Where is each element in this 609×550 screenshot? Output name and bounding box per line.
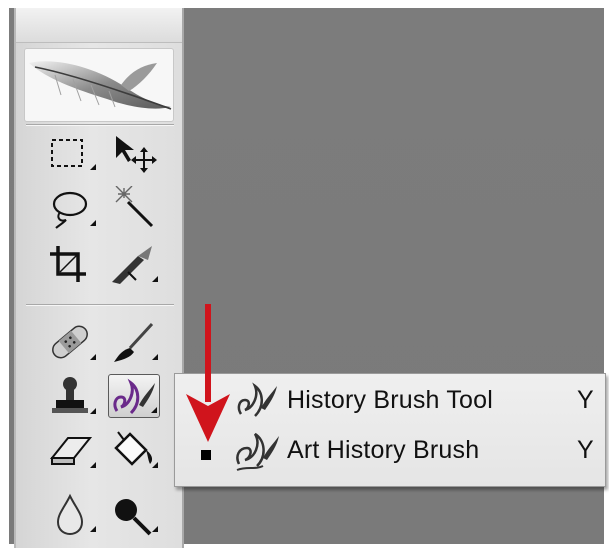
flyout-item-shortcut: Y [577, 386, 594, 414]
selected-tool-marker [201, 450, 211, 460]
frame-top [0, 0, 609, 8]
flyout-indicator [90, 354, 96, 360]
flyout-indicator [90, 462, 96, 468]
dodge-tool[interactable] [108, 492, 160, 536]
flyout-indicator [152, 462, 158, 468]
move-tool-icon [116, 136, 157, 173]
eraser-tool[interactable] [46, 428, 98, 472]
palette-divider [26, 124, 174, 126]
art-history-brush-icon [236, 432, 279, 471]
flyout-item-shortcut: Y [577, 436, 594, 464]
clone-stamp-tool[interactable] [46, 374, 98, 418]
palette-title-bar[interactable] [16, 8, 182, 43]
palette-divider [26, 304, 174, 306]
flyout-indicator [152, 354, 158, 360]
flyout-item-history-brush[interactable]: History Brush Tool Y [175, 378, 605, 426]
history-brush-icon [237, 382, 277, 417]
marquee-tool[interactable] [46, 130, 98, 174]
crop-tool-icon [50, 246, 86, 282]
magic-wand-tool-icon [115, 186, 154, 228]
blur-tool[interactable] [46, 492, 98, 536]
red-down-arrow-icon [186, 304, 230, 442]
flyout-indicator [151, 407, 157, 413]
feather-logo[interactable] [24, 48, 174, 122]
crop-tool[interactable] [46, 242, 98, 286]
magic-wand-tool[interactable] [108, 186, 160, 230]
flyout-item-art-history-brush[interactable]: Art History Brush Y [175, 428, 605, 476]
slice-tool[interactable] [108, 242, 160, 286]
move-tool[interactable] [108, 130, 160, 174]
flyout-item-label: History Brush Tool [287, 386, 493, 414]
healing-brush-tool[interactable] [46, 320, 98, 364]
flyout-item-label: Art History Brush [287, 436, 480, 464]
feather-icon [29, 61, 172, 110]
history-brush-tool[interactable] [108, 374, 160, 418]
frame-left [0, 0, 9, 550]
flyout-indicator [90, 164, 96, 170]
flyout-indicator [152, 276, 158, 282]
history-brush-flyout-menu: History Brush Tool Y Art History Brush Y [174, 373, 606, 487]
canvas-area: History Brush Tool Y Art History Brush Y [0, 0, 609, 550]
flyout-indicator [90, 220, 96, 226]
paint-bucket-tool[interactable] [108, 428, 160, 472]
flyout-indicator [90, 526, 96, 532]
flyout-indicator [152, 526, 158, 532]
lasso-tool[interactable] [46, 186, 98, 230]
tools-palette [14, 8, 184, 548]
brush-tool[interactable] [108, 320, 160, 364]
flyout-indicator [90, 408, 96, 414]
